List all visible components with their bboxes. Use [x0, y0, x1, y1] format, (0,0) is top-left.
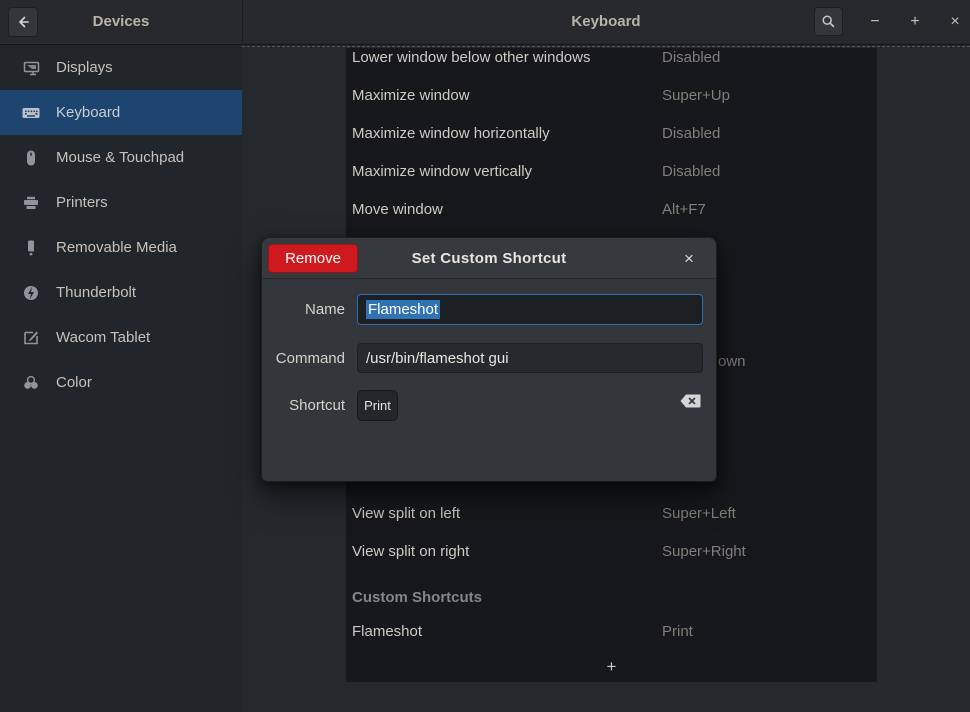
sidebar-item-keyboard[interactable]: Keyboard	[0, 90, 242, 135]
custom-shortcut-row[interactable]: Flameshot Print	[346, 612, 877, 650]
backspace-clear-icon[interactable]	[680, 394, 701, 408]
sidebar: Displays Keyboard Mouse & Touc	[0, 45, 242, 712]
sidebar-item-label: Thunderbolt	[56, 284, 136, 301]
command-field-row: Command /usr/bin/flameshot gui	[262, 343, 718, 373]
shortcut-value: Super+Up	[662, 87, 730, 104]
sidebar-header-title: Devices	[0, 0, 242, 44]
shortcut-field-row: Shortcut Print	[262, 390, 718, 421]
name-label: Name	[262, 301, 345, 318]
close-icon: ×	[684, 249, 694, 269]
focus-outline	[242, 46, 970, 47]
shortcut-row[interactable]: Maximize window vertically Disabled	[346, 152, 877, 190]
plus-icon: +	[607, 657, 617, 677]
shortcut-value: Disabled	[662, 163, 720, 180]
sidebar-item-label: Wacom Tablet	[56, 329, 150, 346]
display-icon	[22, 59, 40, 77]
selected-text: Flameshot	[366, 300, 440, 319]
window-controls: − + ×	[855, 0, 970, 44]
search-icon	[821, 14, 836, 29]
shortcut-row[interactable]: View split on right Super+Right	[346, 532, 877, 570]
shortcut-row[interactable]: Lower window below other windows Disable…	[346, 48, 877, 76]
sidebar-item-label: Keyboard	[56, 104, 120, 121]
shortcut-row[interactable]: View split on left Super+Left	[346, 494, 877, 532]
sidebar-item-label: Mouse & Touchpad	[56, 149, 184, 166]
sidebar-item-label: Color	[56, 374, 92, 391]
shortcut-row[interactable]: Maximize window horizontally Disabled	[346, 114, 877, 152]
color-icon	[22, 374, 40, 392]
close-button[interactable]: ×	[935, 0, 970, 44]
command-input[interactable]: /usr/bin/flameshot gui	[357, 343, 703, 373]
sidebar-item-wacom-tablet[interactable]: Wacom Tablet	[0, 315, 242, 360]
shortcut-value: Super+Right	[662, 543, 746, 560]
sidebar-item-label: Removable Media	[56, 239, 177, 256]
sidebar-item-label: Printers	[56, 194, 108, 211]
remove-button[interactable]: Remove	[268, 244, 358, 273]
shortcut-label: Lower window below other windows	[352, 49, 590, 66]
custom-shortcuts-section-title: Custom Shortcuts	[352, 578, 872, 616]
shortcut-value: Print	[662, 623, 693, 640]
wacom-tablet-icon	[22, 329, 40, 347]
sidebar-item-removable-media[interactable]: Removable Media	[0, 225, 242, 270]
shortcut-value: Disabled	[662, 49, 720, 66]
shortcut-value: Disabled	[662, 125, 720, 142]
thunderbolt-icon	[22, 284, 40, 302]
shortcut-value: Alt+F7	[662, 201, 706, 218]
shortcut-label: Flameshot	[352, 623, 422, 640]
add-shortcut-button[interactable]: +	[346, 648, 877, 682]
shortcut-key-button[interactable]: Print	[357, 390, 398, 421]
name-field-row: Name Flameshot	[262, 294, 718, 325]
shortcut-row[interactable]: Move window Alt+F7	[346, 190, 877, 228]
search-button[interactable]	[814, 7, 843, 36]
shortcut-label: Move window	[352, 201, 443, 218]
keyboard-icon	[22, 104, 40, 122]
shortcut-value-partial: own	[718, 342, 746, 380]
dialog-titlebar: Set Custom Shortcut Remove ×	[262, 238, 716, 279]
mouse-icon	[22, 149, 40, 167]
dialog-close-button[interactable]: ×	[672, 238, 706, 279]
name-input[interactable]: Flameshot	[357, 294, 703, 325]
command-text: /usr/bin/flameshot gui	[366, 350, 509, 367]
shortcut-label: Maximize window vertically	[352, 163, 532, 180]
sidebar-item-color[interactable]: Color	[0, 360, 242, 405]
minimize-button[interactable]: −	[855, 0, 895, 44]
command-label: Command	[262, 350, 345, 367]
set-custom-shortcut-dialog: Set Custom Shortcut Remove × Name Flames…	[261, 237, 717, 482]
shortcut-label: View split on right	[352, 543, 469, 560]
shortcut-label: Maximize window horizontally	[352, 125, 550, 142]
shortcut-label: Maximize window	[352, 87, 470, 104]
sidebar-item-thunderbolt[interactable]: Thunderbolt	[0, 270, 242, 315]
printer-icon	[22, 194, 40, 212]
sidebar-item-mouse-touchpad[interactable]: Mouse & Touchpad	[0, 135, 242, 180]
removable-media-icon	[22, 239, 40, 257]
shortcut-value: Super+Left	[662, 505, 736, 522]
header-bar: Devices Keyboard − + ×	[0, 0, 970, 45]
shortcut-row[interactable]: Maximize window Super+Up	[346, 76, 877, 114]
shortcut-label: View split on left	[352, 505, 460, 522]
sidebar-item-label: Displays	[56, 59, 113, 76]
maximize-button[interactable]: +	[895, 0, 935, 44]
sidebar-item-displays[interactable]: Displays	[0, 45, 242, 90]
sidebar-item-printers[interactable]: Printers	[0, 180, 242, 225]
shortcut-label: Shortcut	[262, 397, 345, 414]
